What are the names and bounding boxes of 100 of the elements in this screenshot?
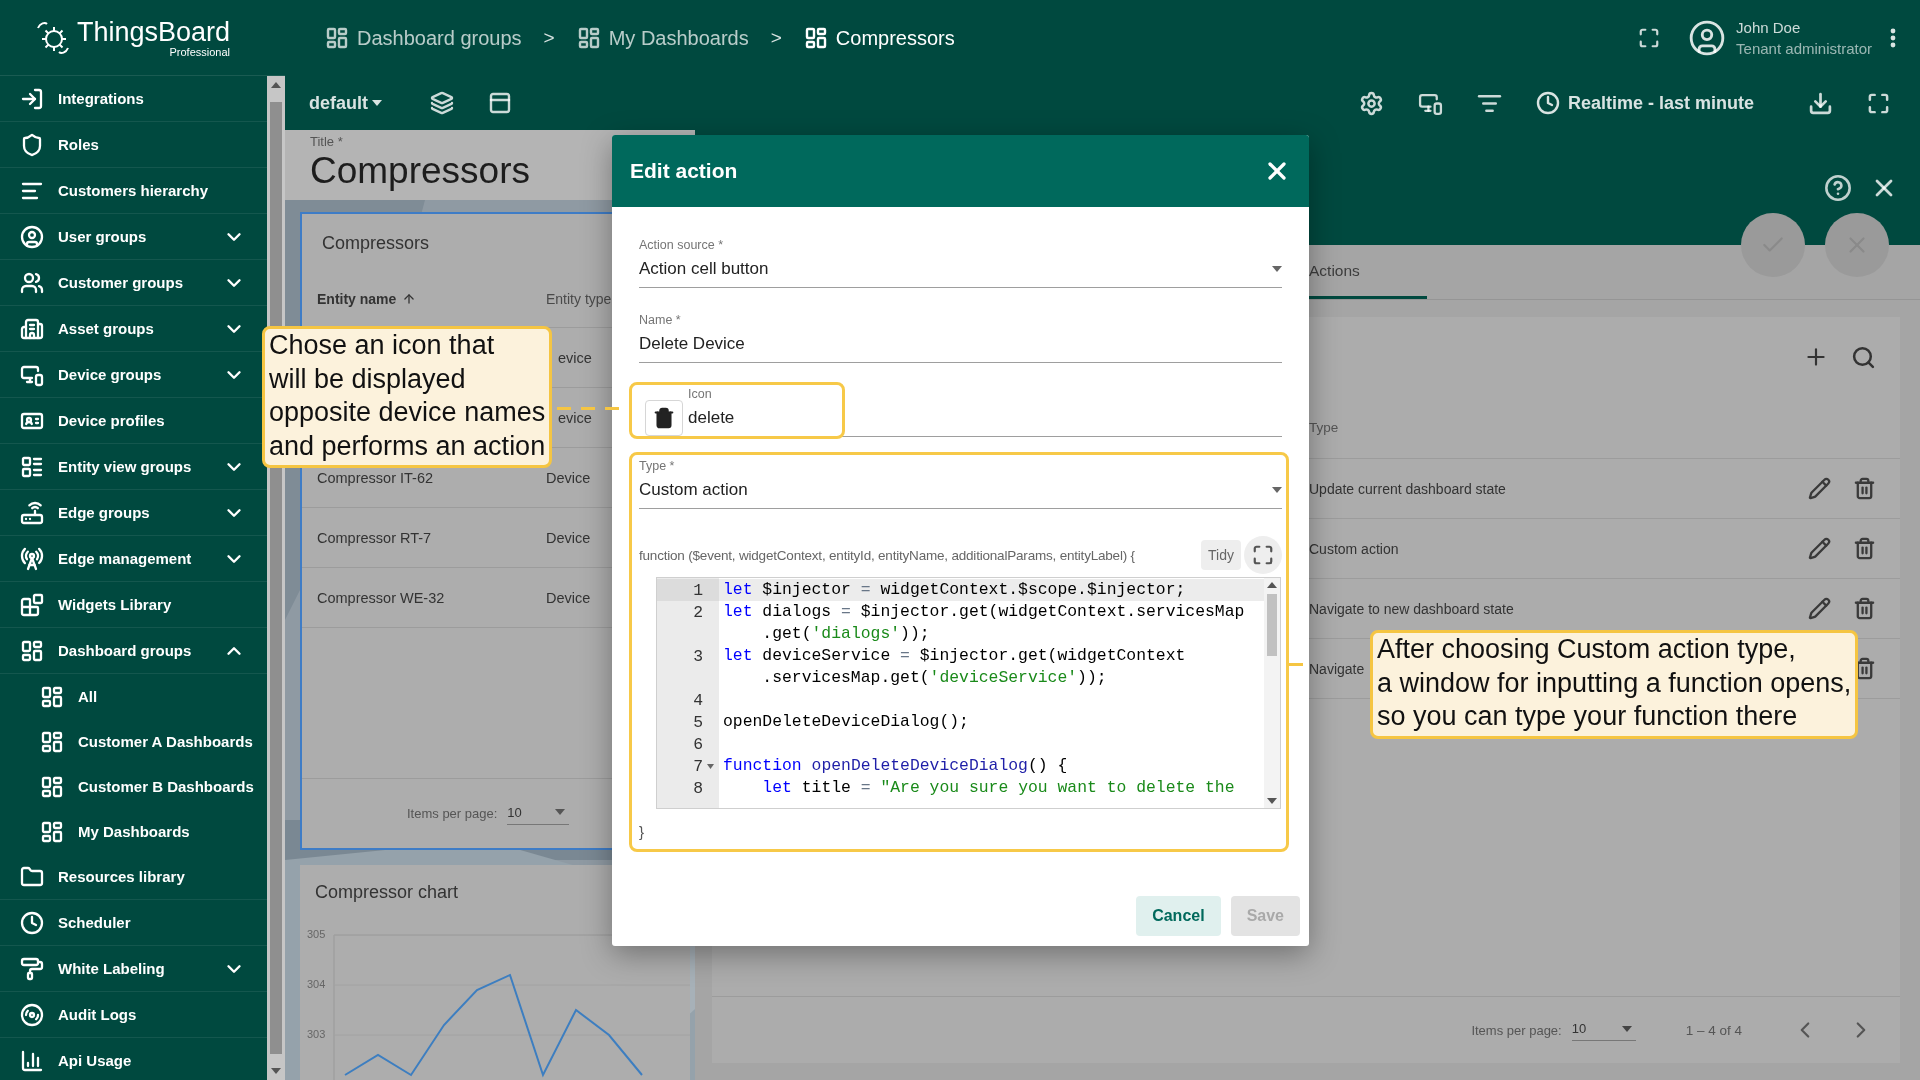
tower-icon	[20, 546, 44, 571]
field-label: Title *	[310, 134, 344, 149]
nav-subitem[interactable]: My Dashboards	[0, 809, 267, 854]
select-field[interactable]: Action cell button	[639, 253, 1282, 288]
code-line: openDeleteDeviceDialog();	[722, 711, 970, 733]
layout-select[interactable]: default	[309, 92, 382, 114]
fullscreen-button[interactable]	[1244, 536, 1282, 574]
column-header[interactable]: Entity name	[317, 290, 417, 307]
delete-button[interactable]	[1853, 537, 1876, 560]
trash-icon	[653, 406, 675, 429]
scrollbar[interactable]	[1264, 578, 1280, 808]
function-signature: function ($event, widgetContext, entityId, entityName, additionalParams, entityLabel) {	[639, 547, 1136, 563]
line-number: 7	[693, 756, 703, 778]
nav-item[interactable]: Dashboard groups	[0, 628, 267, 674]
nav-subitem[interactable]: All	[0, 674, 267, 719]
blocks-icon	[20, 592, 44, 617]
delete-button[interactable]	[1853, 477, 1876, 500]
breadcrumb-link[interactable]: My Dashboards	[576, 26, 749, 50]
building-icon	[20, 316, 44, 341]
table-cell: Update current dashboard state	[1309, 480, 1506, 497]
user-avatar-icon	[1688, 19, 1727, 57]
callout-tooltip: After choosing Custom action type, a window for inputting a function opens, so you can type your function there	[1370, 630, 1859, 739]
breadcrumb-separator: >	[543, 27, 555, 49]
field-label: Action source *	[639, 237, 725, 253]
more-icon	[1890, 28, 1896, 48]
cancel-button[interactable]: Cancel	[1136, 896, 1221, 936]
layers-icon	[430, 91, 454, 115]
delete-button[interactable]	[1853, 597, 1876, 620]
code-line: let deviceService = $injector.get(widgetContext	[722, 645, 1187, 667]
line-number: 4	[693, 690, 703, 712]
pager-label: Items per page:	[407, 806, 498, 821]
axis-tick-label: 303	[307, 1027, 326, 1040]
nav-subitem[interactable]: Customer A Dashboards	[0, 719, 267, 764]
column-header: Type	[1309, 420, 1340, 435]
code-editor[interactable]	[656, 577, 1281, 809]
pencil-icon	[1808, 477, 1831, 500]
download-icon	[1808, 90, 1833, 116]
icon-picker-button[interactable]	[645, 399, 683, 436]
table-cell: Navigate	[1309, 660, 1365, 677]
breadcrumb-link[interactable]: Dashboard groups	[325, 26, 522, 50]
nav-subitem[interactable]: Customer B Dashboards	[0, 764, 267, 809]
dashboard-title: Compressors	[310, 149, 530, 193]
nav-item[interactable]: Edge groups	[0, 490, 267, 536]
nav-item[interactable]: Customer groups	[0, 260, 267, 306]
table-cell: Device	[546, 469, 591, 486]
dashboard-icon	[40, 729, 64, 754]
fullscreen-icon	[1252, 544, 1274, 566]
code-line: function openDeleteDeviceDialog() {	[722, 755, 1069, 777]
nav-item[interactable]: User groups	[0, 214, 267, 260]
fullscreen-button[interactable]	[1638, 27, 1661, 49]
table-cell: Device	[546, 529, 591, 546]
nav-item[interactable]: Edge management	[0, 536, 267, 582]
nav-item[interactable]: Audit Logs	[0, 992, 267, 1038]
code-line: let dialogs = $injector.get(widgetContext.servicesMap	[722, 601, 1246, 623]
caret-icon	[1621, 1025, 1632, 1032]
nav-item[interactable]: Widgets Library	[0, 582, 267, 628]
breadcrumb-link[interactable]: Compressors	[803, 26, 955, 50]
icon-field[interactable]: delete	[688, 402, 1282, 437]
dashboard-icon	[803, 26, 828, 50]
search-button[interactable]	[1851, 344, 1876, 370]
download-button[interactable]	[1808, 90, 1833, 116]
edit-button[interactable]	[1808, 537, 1831, 560]
layers-button[interactable]	[430, 91, 454, 115]
more-menu-button[interactable]	[1890, 28, 1896, 48]
tidy-button[interactable]: Tidy	[1201, 540, 1241, 570]
edit-button[interactable]	[1808, 477, 1831, 500]
dashboard-icon	[40, 684, 64, 709]
caret-icon	[372, 100, 382, 106]
widget-title: Compressor chart	[315, 881, 459, 903]
column-header[interactable]: Entity type	[546, 290, 612, 307]
fullscreen-button[interactable]	[1867, 91, 1890, 115]
settings-button[interactable]	[1358, 90, 1384, 116]
input-arrow-icon	[20, 86, 44, 111]
dashboard-icon	[576, 26, 601, 50]
user-name: John Doe	[1736, 19, 1802, 36]
router-icon	[20, 500, 44, 525]
edit-button[interactable]	[1808, 597, 1831, 620]
callout-tooltip: Chose an icon that will be displayed opposite device names and performs an action	[262, 326, 553, 468]
page-size-select[interactable]: 10	[1571, 1019, 1636, 1041]
table-cell-text: evice	[557, 349, 592, 366]
field-label: Type *	[639, 458, 676, 474]
select-field[interactable]: Custom action	[639, 474, 1282, 509]
caret-icon	[1272, 266, 1282, 272]
timewindow-button[interactable]: Realtime - last minute	[1535, 91, 1754, 115]
help-button[interactable]	[1824, 174, 1852, 202]
folder-icon	[20, 864, 44, 889]
pencil-icon	[1808, 537, 1831, 560]
user-role: Tenant administrator	[1736, 40, 1872, 57]
dashboard-icon	[40, 774, 64, 799]
layout-button[interactable]	[488, 91, 512, 115]
nav-item[interactable]: White Labeling	[0, 946, 267, 992]
logo-edition: Professional	[169, 45, 231, 58]
nav-item[interactable]: Scheduler	[0, 900, 267, 946]
page-size-select[interactable]: 10	[507, 802, 570, 825]
clock-icon	[1535, 91, 1560, 115]
dashboard-icon	[325, 26, 349, 50]
input-field[interactable]: Delete Device	[639, 328, 1282, 363]
dashboard-icon	[20, 638, 44, 663]
axis-tick-label: 305	[307, 927, 326, 940]
fold-icon[interactable]	[707, 764, 714, 769]
